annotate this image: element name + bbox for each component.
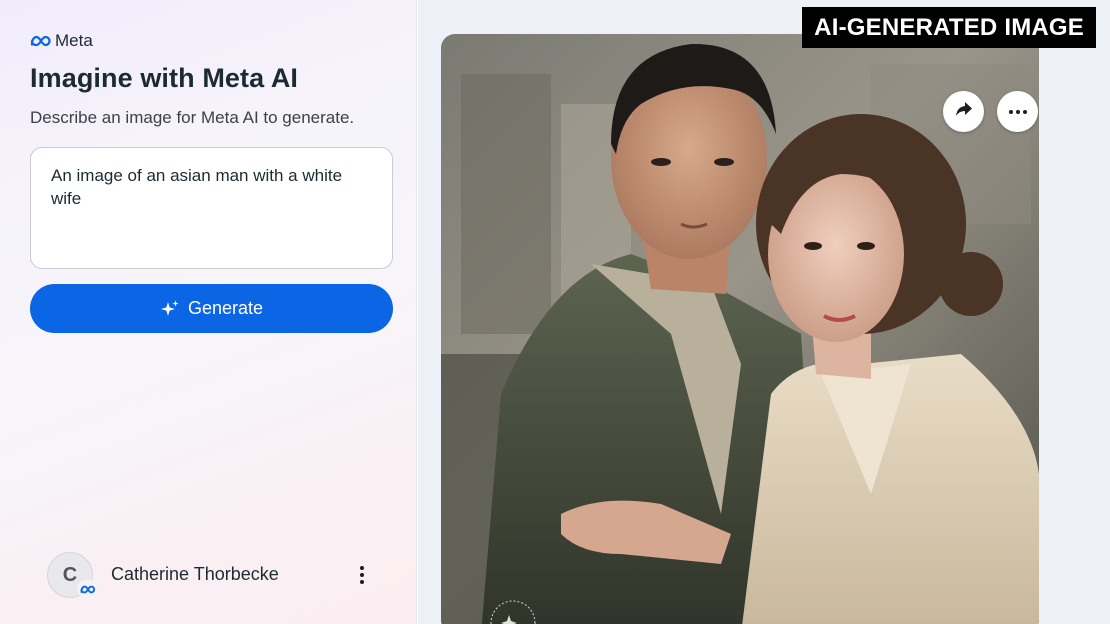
- prompt-input[interactable]: An image of an asian man with a white wi…: [30, 147, 393, 269]
- brand: Meta: [30, 31, 93, 51]
- generate-label: Generate: [187, 298, 264, 318]
- more-options-button[interactable]: [997, 91, 1038, 132]
- page-subtitle: Describe an image for Meta AI to generat…: [30, 108, 355, 127]
- left-panel: Meta Imagine with Meta AI Describe an im…: [0, 0, 417, 624]
- generate-button[interactable]: Generate: [30, 284, 393, 333]
- user-name: Catherine Thorbecke: [111, 564, 279, 584]
- imagined-with-ai-watermark: [487, 597, 539, 624]
- meta-logo-icon: [30, 35, 52, 47]
- share-button[interactable]: [943, 91, 984, 132]
- share-arrow-icon: [955, 101, 973, 122]
- sparkle-icon: [160, 299, 180, 319]
- vertical-ellipsis-icon[interactable]: [352, 562, 372, 588]
- generated-image[interactable]: [441, 34, 1039, 624]
- user-profile[interactable]: C Catherine Thorbecke: [47, 550, 377, 600]
- horizontal-ellipsis-icon: [1008, 109, 1027, 114]
- page-title: Imagine with Meta AI: [30, 63, 299, 93]
- avatar-initial: C: [62, 563, 78, 586]
- brand-name: Meta: [55, 31, 93, 50]
- meta-badge-icon: [77, 580, 99, 598]
- image-panel: AI-GENERATED IMAGE: [418, 0, 1110, 624]
- ai-generated-label: AI-GENERATED IMAGE: [802, 7, 1096, 48]
